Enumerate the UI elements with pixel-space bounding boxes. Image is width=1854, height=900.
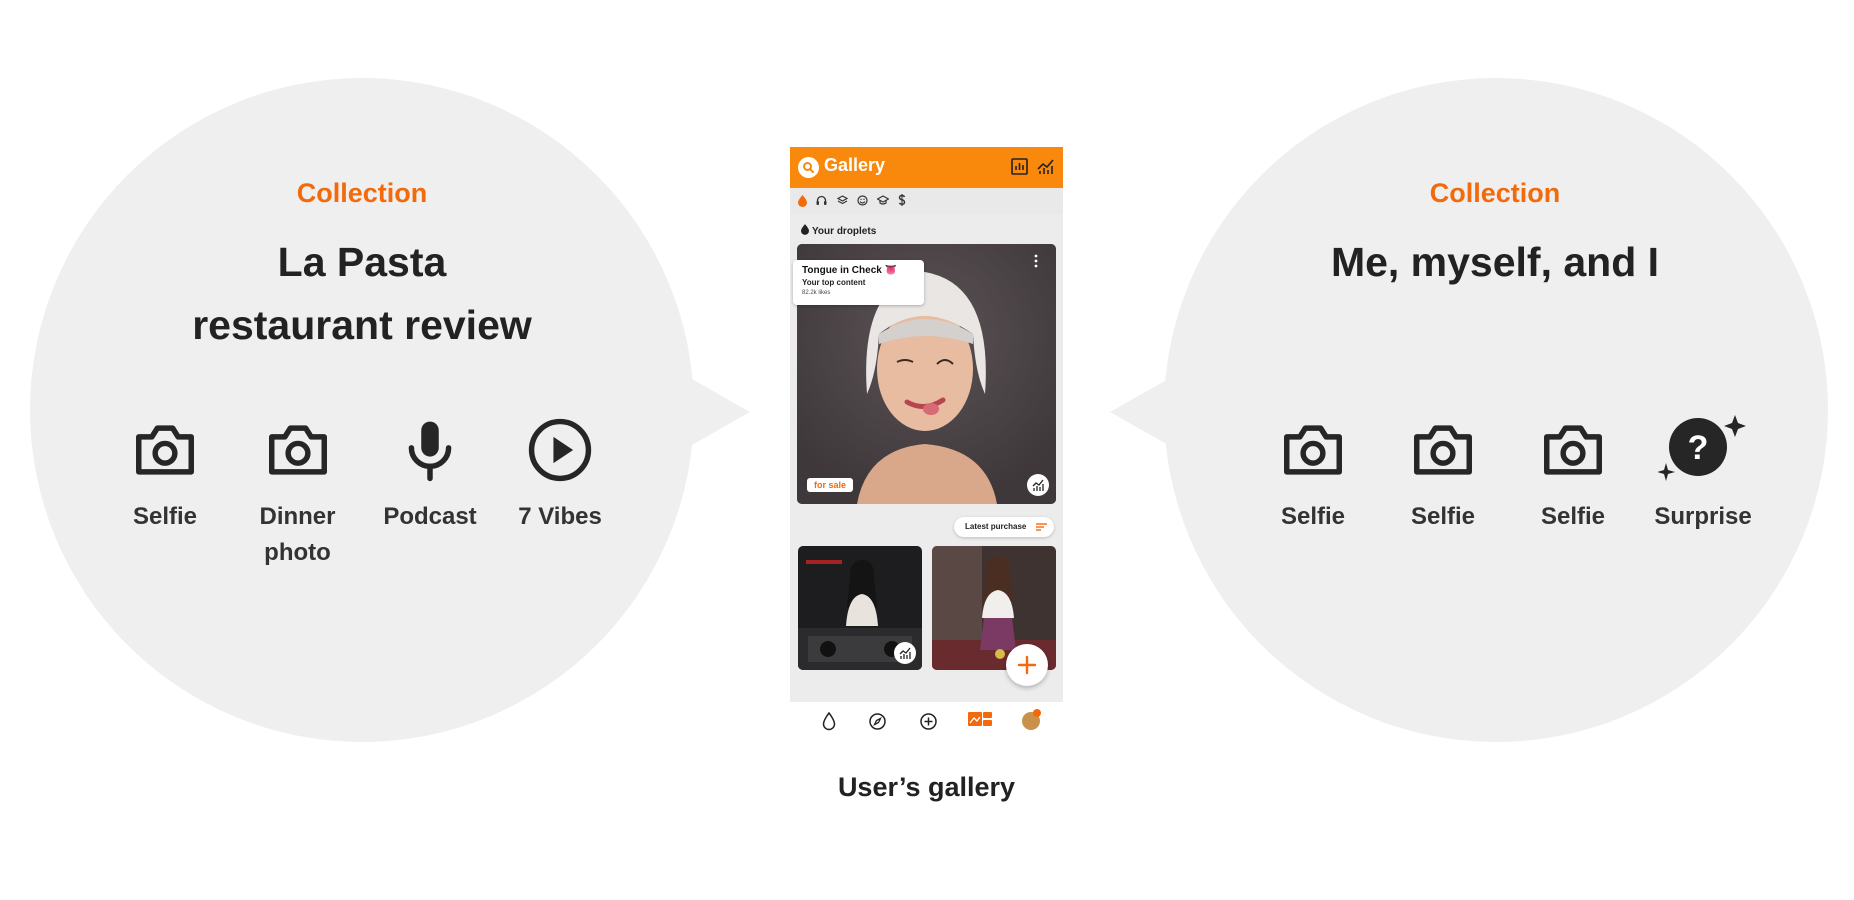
stats-icon[interactable] (1010, 157, 1029, 176)
gallery-thumbnail[interactable] (798, 546, 922, 670)
bottom-navigation (790, 702, 1063, 743)
speech-bubble-shape (30, 78, 750, 742)
collection-item-selfie[interactable]: Selfie (100, 415, 230, 571)
layers-icon[interactable] (837, 195, 848, 206)
collection-item-surprise[interactable]: ? Surprise (1638, 415, 1768, 535)
collection-title: Me, myself, and I (1330, 239, 1660, 285)
app-bar: Gallery (790, 147, 1063, 188)
more-options-icon[interactable] (1033, 254, 1039, 268)
search-button[interactable] (798, 157, 819, 178)
right-collection-bubble: Collection Me, myself, and I Selfie Self… (1100, 0, 1854, 780)
collection-item-selfie[interactable]: Selfie (1248, 415, 1378, 535)
compass-icon[interactable] (868, 712, 887, 731)
sort-dropdown[interactable]: Latest purchase (954, 517, 1054, 537)
microphone-icon (408, 421, 452, 482)
collection-eyebrow: Collection (296, 178, 428, 208)
top-content-card[interactable]: Tongue in Check 👅 Your top content 82.2k… (793, 260, 924, 305)
gallery-caption: User’s gallery (837, 772, 1016, 802)
collection-item-7-vibes[interactable]: 7 Vibes (495, 415, 625, 571)
likes-count: 82.2k likes (802, 290, 831, 296)
plus-icon (1017, 655, 1037, 675)
trend-badge[interactable] (894, 642, 916, 664)
camera-icon (130, 415, 200, 485)
trend-badge[interactable] (1027, 474, 1049, 496)
camera-icon (263, 415, 333, 485)
trend-chart-icon (1032, 479, 1044, 491)
droplet-icon[interactable] (822, 712, 836, 731)
droplet-icon[interactable] (798, 195, 807, 207)
app-title: Gallery (824, 155, 886, 175)
collection-item-selfie[interactable]: Selfie (1508, 415, 1638, 535)
dollar-icon[interactable] (898, 194, 906, 206)
sort-label: Latest purchase (965, 522, 1027, 531)
camera-icon (1278, 415, 1348, 485)
category-filter-bar (790, 188, 1063, 214)
sort-icon (1036, 523, 1047, 531)
speech-bubble-shape (1110, 78, 1828, 742)
camera-icon (1408, 415, 1478, 485)
play-icon (528, 418, 592, 482)
smile-icon[interactable] (857, 195, 868, 206)
collection-item-selfie[interactable]: Selfie (1378, 415, 1508, 535)
top-content-subtitle: Your top content (802, 278, 866, 287)
trend-chart-icon (899, 647, 911, 659)
headphones-icon[interactable] (816, 195, 827, 206)
add-button[interactable] (1006, 644, 1048, 686)
collection-item-podcast[interactable]: Podcast (365, 415, 495, 571)
notification-dot (1033, 709, 1041, 717)
add-circle-icon[interactable] (919, 712, 938, 731)
avatar[interactable] (1022, 709, 1041, 730)
left-collection-bubble: Collection La Pasta restaurant review Se… (0, 0, 760, 780)
droplet-icon (801, 224, 809, 235)
collection-title: La Pasta restaurant review (192, 239, 532, 348)
graduation-cap-icon[interactable] (877, 195, 889, 206)
phone-gallery-screen: Gallery Your droplets Tongue in Check 👅 … (790, 147, 1063, 743)
svg-text:?: ? (1688, 429, 1709, 467)
gallery-icon[interactable] (968, 710, 992, 728)
search-icon (803, 162, 814, 173)
collection-eyebrow: Collection (1429, 178, 1561, 208)
trend-chart-icon[interactable] (1036, 157, 1055, 176)
question-sparkle-icon: ? (1658, 415, 1746, 481)
top-content-title: Tongue in Check 👅 (802, 265, 898, 276)
for-sale-badge[interactable]: for sale (807, 478, 854, 492)
section-title: Your droplets (801, 224, 876, 237)
collection-item-dinner-photo[interactable]: Dinner photo (230, 415, 365, 571)
camera-icon (1538, 415, 1608, 485)
